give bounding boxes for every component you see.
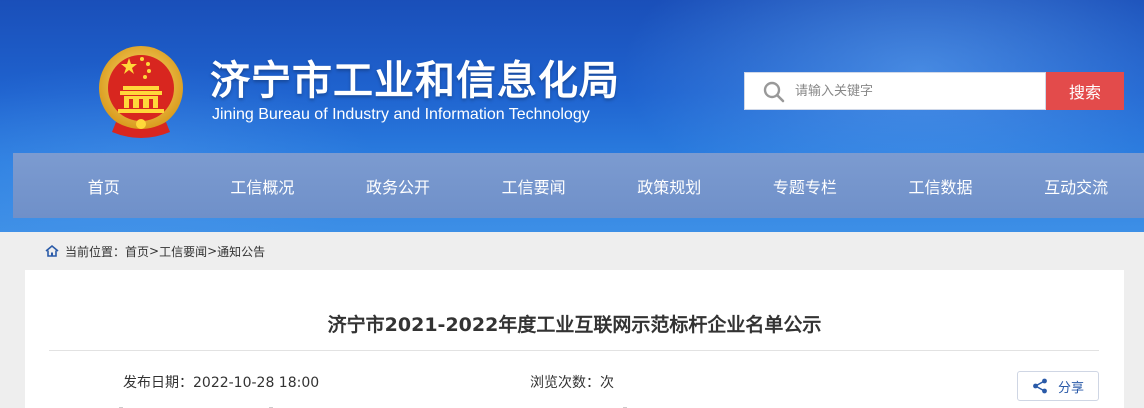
search-icon — [763, 81, 785, 103]
nav-item-home[interactable]: 首页 — [13, 153, 195, 218]
share-icon — [1033, 378, 1047, 394]
nav-item-interaction[interactable]: 互动交流 — [1008, 153, 1144, 218]
nav-item-special-topics[interactable]: 专题专栏 — [737, 153, 873, 218]
article-card: 济宁市2021-2022年度工业互联网示范标杆企业名单公示 发布日期：2022-… — [25, 270, 1124, 408]
search-input[interactable] — [795, 73, 1040, 109]
breadcrumb: 当前位置： 首页 > 工信要闻 > 通知公告 — [25, 232, 1124, 270]
view-count-label: 浏览次数： — [530, 375, 600, 391]
nav-item-policy[interactable]: 政策规划 — [601, 153, 737, 218]
nav-item-overview[interactable]: 工信概况 — [195, 153, 331, 218]
site-header: 济宁市工业和信息化局 Jining Bureau of Industry and… — [0, 0, 1144, 232]
breadcrumb-separator: > — [149, 244, 160, 258]
main-nav: 首页 工信概况 政务公开 工信要闻 政策规划 专题专栏 工信数据 互动交流 — [13, 153, 1144, 218]
view-count-unit: 次 — [600, 375, 614, 391]
national-emblem-icon[interactable] — [96, 44, 186, 138]
share-button[interactable]: 分享 — [1017, 371, 1099, 401]
breadcrumb-item-notices[interactable]: 通知公告 — [217, 243, 265, 260]
breadcrumb-separator: > — [207, 244, 218, 258]
nav-item-government-affairs[interactable]: 政务公开 — [330, 153, 466, 218]
site-subtitle: Jining Bureau of Industry and Informatio… — [212, 106, 590, 123]
site-title: 济宁市工业和信息化局 — [210, 58, 620, 104]
nav-item-data[interactable]: 工信数据 — [873, 153, 1009, 218]
title-divider — [49, 350, 1099, 351]
share-label: 分享 — [1057, 380, 1084, 396]
home-icon — [45, 244, 59, 257]
search-button[interactable]: 搜索 — [1046, 72, 1124, 110]
search-box — [744, 72, 1046, 110]
publish-date: 发布日期：2022-10-28 18:00 — [123, 372, 319, 392]
nav-item-news[interactable]: 工信要闻 — [466, 153, 602, 218]
breadcrumb-prefix: 当前位置： — [65, 244, 126, 259]
publish-date-label: 发布日期： — [123, 375, 193, 391]
article-title: 济宁市2021-2022年度工业互联网示范标杆企业名单公示 — [327, 314, 822, 336]
view-count: 浏览次数：次 — [530, 372, 614, 392]
publish-date-value: 2022-10-28 18:00 — [193, 375, 320, 391]
breadcrumb-item-news[interactable]: 工信要闻 — [159, 243, 207, 260]
breadcrumb-item-home[interactable]: 首页 — [125, 243, 149, 260]
